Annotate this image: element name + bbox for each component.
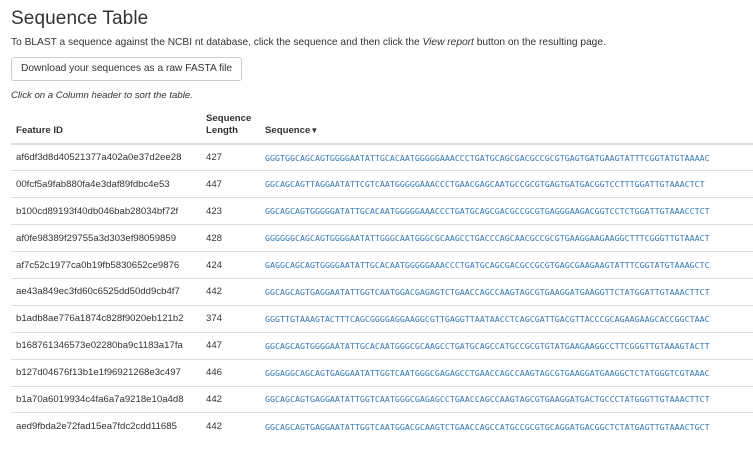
sequence-length-cell: 427 [206, 152, 223, 164]
feature-id-cell: ae43a849ec3fd60c6525dd50dd9cb4f7 [11, 277, 201, 306]
sequence-length-cell: 428 [201, 224, 260, 252]
sequence-link[interactable]: GGGGGGCAGCAGTGGGGAATATTGGGCAATGGGCGCAAGC… [260, 224, 753, 252]
table-row: b100cd89193f40db046bab28034bf72f 423 GGCAG… [11, 197, 753, 225]
table-row: af6df3d8d40521377a402a0e37d2ee28 427 GGGTG… [11, 144, 753, 171]
table-row: af7c52c1977ca0b19fb5830652ce9876 424 GAGGC… [11, 251, 753, 279]
page-title: Sequence Table [11, 8, 149, 29]
header-feature-id-label: Feature ID [16, 125, 63, 136]
sequence-length-cell: 442 [201, 277, 260, 306]
sequence-length-cell: 447 [201, 170, 260, 198]
intro-text-emphasis: View report [422, 37, 474, 48]
header-sequence-length[interactable]: Sequence Length [201, 113, 260, 145]
sequence-length-cell: 446 [201, 358, 260, 387]
table-header-row: Feature ID Sequence Length Sequence▼ [11, 113, 753, 145]
sequence-link[interactable]: GGCAGCAGTGGGGGATATTGCACAATGGGGGAAACCCTGA… [260, 197, 753, 225]
feature-id-cell: b1a70a6019934c4fa6a7a9218e10a4d8 [11, 385, 201, 413]
sequence-length-cell: 424 [201, 251, 260, 279]
sequence-link[interactable]: GGGTGGCAGCAGTGGGGAATATTGCACAATGGGGGAAACC… [260, 144, 753, 171]
table-row: b1a70a6019934c4fa6a7a9218e10a4d8 442 GGCAG… [11, 385, 753, 413]
download-fasta-button[interactable]: Download your sequences as a raw FASTA f… [11, 57, 243, 81]
table-row: b1adb8ae776a1874c828f9020eb121b2 374 GGGTT… [11, 304, 753, 333]
sequence-length-cell: 447 [201, 331, 260, 360]
sort-hint: Click on a Column header to sort the tab… [11, 90, 193, 101]
sequence-length-cell: 374 [201, 304, 260, 333]
intro-text: To BLAST a sequence against the NCBI nt … [11, 37, 606, 48]
table-body: af6df3d8d40521377a402a0e37d2ee28 427 GGGTG… [11, 144, 753, 440]
sequence-link[interactable]: GGCAGCAGTGAGGAATATTGGTCAATGGACGAGAGTCTGA… [260, 277, 753, 306]
table-row: aed9fbda2e72fad15ea7fdc2cdd11685 442 GGCAG… [11, 412, 753, 440]
sequence-link[interactable]: GGGTTGTAAAGTACTTTCAGCGGGGAGGAAGGCGTTGAGG… [260, 304, 753, 333]
feature-id-cell: b168761346573e02280ba9c1183a17fa [11, 331, 201, 360]
feature-id-cell: af0fe98389f29755a3d303ef98059859 [11, 224, 201, 252]
sequence-link[interactable]: GGCAGCAGTGAGGAATATTGGTCAATGGGCGAGAGCCTGA… [260, 385, 753, 413]
feature-id-cell: af7c52c1977ca0b19fb5830652ce9876 [11, 251, 201, 279]
sequence-link[interactable]: GGCAGCAGTGGGGAATATTGCACAATGGGCGCAAGCCTGA… [260, 331, 753, 360]
table-row: ae43a849ec3fd60c6525dd50dd9cb4f7 442 GGCAG… [11, 277, 753, 306]
header-sequence-length-line1: Sequence [206, 113, 252, 124]
feature-id-cell: aed9fbda2e72fad15ea7fdc2cdd11685 [11, 412, 201, 440]
header-sequence-length-line2: Length [206, 125, 238, 136]
header-feature-id[interactable]: Feature ID [11, 113, 201, 145]
feature-id-cell: af6df3d8d40521377a402a0e37d2ee28 [16, 152, 182, 164]
table-row: b168761346573e02280ba9c1183a17fa 447 GGCAG… [11, 331, 753, 360]
intro-text-end: button on the resulting page. [473, 37, 606, 48]
sequence-length-cell: 423 [201, 197, 260, 225]
header-sequence-label: Sequence [265, 125, 311, 136]
feature-id-cell: b1adb8ae776a1874c828f9020eb121b2 [11, 304, 201, 333]
intro-text-start: To BLAST a sequence against the NCBI nt … [11, 37, 423, 48]
sequence-link[interactable]: GGCAGCAGTTAGGAATATTCGTCAATGGGGGAAACCCTGA… [260, 170, 753, 198]
sort-desc-icon: ▼ [310, 126, 319, 135]
sequence-link[interactable]: GAGGCAGCAGTGGGGAATATTGCACAATGGGGGAAACCCT… [260, 251, 753, 279]
table-row: af0fe98389f29755a3d303ef98059859 428 GGGGG… [11, 224, 753, 252]
feature-id-cell: b100cd89193f40db046bab28034bf72f [11, 197, 201, 225]
sequence-link[interactable]: GGGAGGCAGCAGTGAGGAATATTGGTCAATGGGCGAGAGC… [260, 358, 753, 387]
sequence-table: Feature ID Sequence Length Sequence▼ af6d… [11, 113, 753, 440]
header-sequence[interactable]: Sequence▼ [260, 113, 753, 145]
sequence-length-cell: 442 [201, 385, 260, 413]
feature-id-cell: b127d04676f13b1e1f96921268e3c497 [11, 358, 201, 387]
table-row: 00fcf5a9fab880fa4e3daf89fdbc4e53 447 GGCAG… [11, 170, 753, 198]
sequence-length-cell: 442 [201, 412, 260, 440]
feature-id-cell: 00fcf5a9fab880fa4e3daf89fdbc4e53 [11, 170, 201, 198]
sequence-link[interactable]: GGCAGCAGTGAGGAATATTGGTCAATGGACGCAAGTCTGA… [260, 412, 753, 440]
table-row: b127d04676f13b1e1f96921268e3c497 446 GGGAG… [11, 358, 753, 387]
